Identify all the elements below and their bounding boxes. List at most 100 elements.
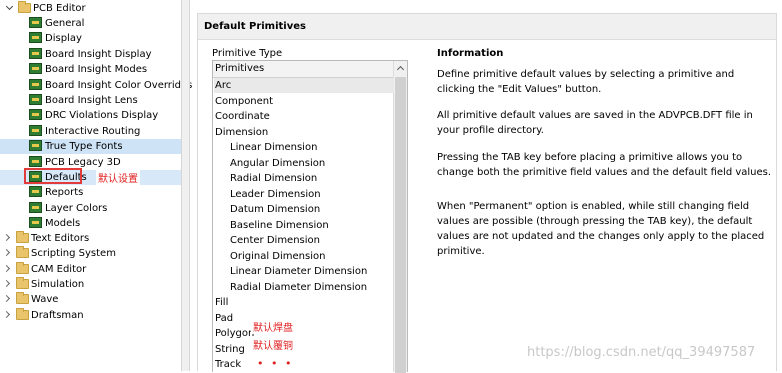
primitive-type-label: Primitive Type [212, 48, 283, 59]
folder-icon [16, 231, 29, 243]
splitter[interactable] [181, 0, 190, 371]
folder-icon [16, 277, 29, 289]
pcb-settings-icon [29, 217, 42, 228]
pcb-settings-icon [29, 32, 42, 43]
scroll-thumb[interactable] [395, 77, 406, 373]
list-scrollbar[interactable] [393, 61, 407, 373]
primitive-item-polygon[interactable]: Polygon [215, 326, 393, 341]
tree-label: DRC Violations Display [45, 110, 159, 121]
tree-node-board-insight-modes[interactable]: Board Insight Modes [0, 62, 181, 77]
primitive-item-string[interactable]: String [215, 342, 393, 357]
pcb-settings-icon [29, 79, 42, 90]
primitive-item-coordinate[interactable]: Coordinate [215, 109, 393, 124]
tree-label: Board Insight Color Overrides [45, 80, 193, 91]
pcb-settings-icon [29, 17, 42, 28]
watermark: https://blog.csdn.net/qq_39497587 [527, 345, 756, 360]
primitive-item-baseline-dimension[interactable]: Baseline Dimension [230, 218, 393, 233]
tree-label: Interactive Routing [45, 126, 141, 137]
primitive-item-original-dimension[interactable]: Original Dimension [230, 249, 393, 264]
tree-label: True Type Fonts [45, 141, 123, 152]
tree-label: Scripting System [31, 248, 116, 259]
primitive-item-linear-diameter-dimension[interactable]: Linear Diameter Dimension [230, 264, 393, 279]
primitive-item-center-dimension[interactable]: Center Dimension [230, 233, 393, 248]
tree-node-wave[interactable]: Wave [0, 292, 181, 307]
annotation-defaults: 默认设置 [96, 170, 140, 185]
tree-node-board-insight-color-overrides[interactable]: Board Insight Color Overrides [0, 78, 192, 93]
scroll-up-icon[interactable] [394, 61, 407, 76]
list-header[interactable]: Primitives [213, 61, 394, 78]
expand-arrow-icon[interactable] [2, 248, 11, 257]
info-paragraph-1: Define primitive default values by selec… [437, 69, 735, 95]
tree-node-text-editors[interactable]: Text Editors [0, 231, 181, 246]
pcb-settings-icon [29, 63, 42, 74]
folder-icon [18, 1, 31, 13]
primitive-item-dimension[interactable]: Dimension [215, 125, 393, 140]
tree-node-display[interactable]: Display [0, 31, 181, 46]
pcb-settings-icon [29, 109, 42, 120]
tree-label: Board Insight Lens [45, 95, 138, 106]
primitive-item-component[interactable]: Component [215, 94, 393, 109]
tree-label: Simulation [31, 279, 85, 290]
panel-header: Default Primitives [198, 14, 776, 40]
annotation-pad: 默认焊盘 [251, 319, 295, 334]
tree-label: Wave [31, 294, 59, 305]
default-primitives-panel: Default Primitives Primitive Type Primit… [197, 13, 777, 373]
defaults-highlight-box [24, 168, 82, 184]
tree-node-scripting-system[interactable]: Scripting System [0, 246, 181, 261]
tree-node-general[interactable]: General [0, 16, 181, 31]
tree-node-interactive-routing[interactable]: Interactive Routing [0, 124, 181, 139]
panel-title: Default Primitives [204, 21, 306, 32]
information-title: Information [437, 48, 504, 59]
pcb-settings-icon [29, 140, 42, 151]
tree-label: General [45, 18, 85, 29]
annotation-polygon: 默认覆铜 [251, 337, 295, 352]
primitive-item-pad[interactable]: Pad [215, 311, 393, 326]
folder-icon [16, 308, 29, 320]
expand-arrow-icon[interactable] [5, 2, 14, 11]
tree-node-board-insight-lens[interactable]: Board Insight Lens [0, 93, 181, 108]
folder-icon [16, 246, 29, 258]
tree-label: Reports [45, 187, 84, 198]
expand-arrow-icon[interactable] [2, 279, 11, 288]
tree-label: Draftsman [31, 310, 84, 321]
primitive-item-arc[interactable]: Arc [214, 78, 394, 93]
tree-label: Display [45, 33, 82, 44]
primitive-item-datum-dimension[interactable]: Datum Dimension [230, 202, 393, 217]
expand-arrow-icon[interactable] [2, 264, 11, 273]
primitive-item-radial-diameter-dimension[interactable]: Radial Diameter Dimension [230, 280, 393, 295]
tree-label: Text Editors [31, 233, 90, 244]
expand-arrow-icon[interactable] [2, 233, 11, 242]
primitive-item-fill[interactable]: Fill [215, 295, 393, 310]
tree-node-board-insight-display[interactable]: Board Insight Display [0, 47, 181, 62]
tree-node-reports[interactable]: Reports [0, 185, 181, 200]
tree-label: Layer Colors [45, 203, 108, 214]
info-paragraph-4: When "Permanent" option is enabled, whil… [437, 201, 765, 257]
info-paragraph-2: All primitive default values are saved i… [437, 110, 753, 136]
tree-node-models[interactable]: Models [0, 216, 181, 231]
tree-label: Board Insight Modes [45, 64, 148, 75]
pcb-settings-icon [29, 186, 42, 197]
tree-node-drc-violations-display[interactable]: DRC Violations Display [0, 108, 181, 123]
tree-node-layer-colors[interactable]: Layer Colors [0, 201, 181, 216]
tree-node-cam-editor[interactable]: CAM Editor [0, 262, 181, 277]
pcb-settings-icon [29, 125, 42, 136]
pcb-settings-icon [29, 94, 42, 105]
tree-node-pcb-editor[interactable]: PCB Editor [0, 1, 181, 16]
primitive-item-radial-dimension[interactable]: Radial Dimension [230, 171, 393, 186]
primitive-item-track[interactable]: Track [215, 357, 393, 372]
tree-node-draftsman[interactable]: Draftsman [0, 308, 181, 323]
expand-arrow-icon[interactable] [2, 294, 11, 303]
primitive-item-angular-dimension[interactable]: Angular Dimension [230, 156, 393, 171]
primitive-item-linear-dimension[interactable]: Linear Dimension [230, 140, 393, 155]
primitive-item-leader-dimension[interactable]: Leader Dimension [230, 187, 393, 202]
info-paragraph-3: Pressing the TAB key before placing a pr… [437, 152, 772, 178]
pcb-settings-icon [29, 48, 42, 59]
annotation-dots: • • • [257, 357, 294, 370]
tree-label: Models [45, 218, 81, 229]
expand-arrow-icon[interactable] [2, 310, 11, 319]
tree-node-true-type-fonts[interactable]: True Type Fonts [0, 139, 181, 154]
tree-node-simulation[interactable]: Simulation [0, 277, 181, 292]
primitives-list[interactable]: Primitives Arc Component Coordinate Dimensi… [212, 60, 408, 373]
pcb-settings-icon [29, 202, 42, 213]
tree-label: CAM Editor [31, 264, 87, 275]
